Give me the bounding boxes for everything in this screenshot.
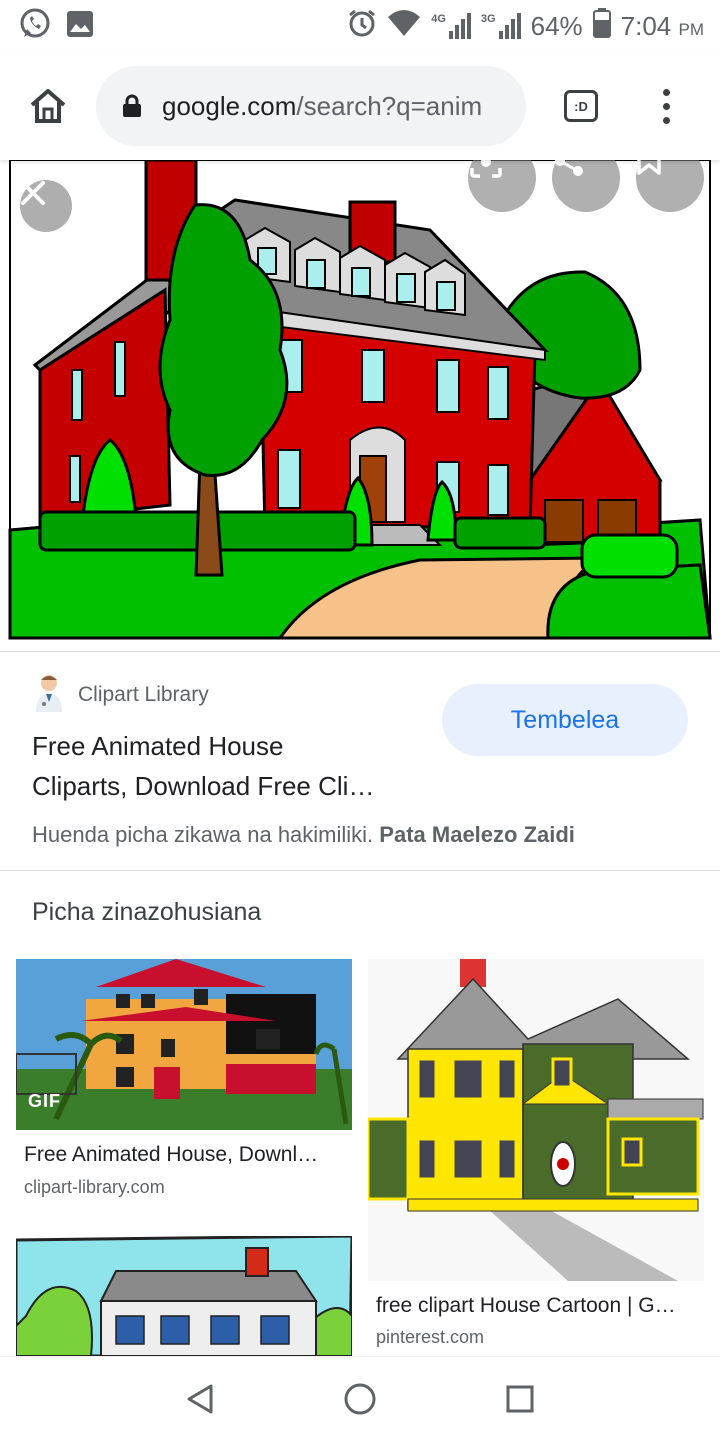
- learn-more-link[interactable]: Pata Maelezo Zaidi: [379, 822, 575, 847]
- share-icon: [555, 160, 583, 176]
- signal-4g-icon: 4G: [431, 13, 471, 39]
- visit-button[interactable]: Tembelea: [442, 684, 688, 756]
- whatsapp-icon: [18, 7, 52, 46]
- related-domain-2: pinterest.com: [376, 1327, 485, 1347]
- tab-count: :D: [564, 90, 598, 122]
- related-thumbnail-1[interactable]: GIF: [16, 959, 352, 1130]
- related-heading: Picha zinazohusiana: [32, 898, 262, 926]
- house-illustration: [8, 160, 712, 640]
- tab-switcher-button[interactable]: :D: [526, 52, 636, 160]
- lens-icon: [470, 160, 502, 178]
- result-title[interactable]: Free Animated House Cliparts, Download F…: [32, 726, 422, 806]
- wifi-icon: [387, 9, 421, 44]
- home-nav-button[interactable]: [330, 1369, 390, 1429]
- battery-icon: [592, 7, 611, 45]
- back-button[interactable]: [170, 1369, 230, 1429]
- recents-button[interactable]: [490, 1369, 550, 1429]
- related-title-2[interactable]: free clipart House Cartoon | G…: [376, 1294, 696, 1318]
- network-type-label: 4G: [431, 13, 446, 25]
- browser-toolbar: google.com/search?q=anim :D: [0, 52, 720, 160]
- url-text[interactable]: google.com/search?q=anim: [162, 91, 482, 122]
- result-title-line-2: Cliparts, Download Free Cli…: [32, 771, 375, 801]
- source-name: Clipart Library: [78, 682, 209, 706]
- yellow-villa-image: [16, 959, 352, 1130]
- network-type-label-2: 3G: [480, 13, 496, 25]
- signal-3g-icon: 3G: [481, 13, 521, 39]
- recents-square-icon: [506, 1385, 534, 1412]
- back-triangle-icon: [187, 1384, 213, 1413]
- bookmark-icon: [637, 160, 661, 175]
- gallery-icon: [66, 10, 94, 43]
- system-nav-bar: [0, 1356, 720, 1440]
- source-info[interactable]: Clipart Library: [32, 672, 209, 717]
- divider: [0, 651, 720, 652]
- home-circle-icon: [344, 1383, 376, 1414]
- source-favicon: [32, 672, 66, 717]
- battery-percent: 64%: [530, 10, 583, 41]
- related-thumbnail-2[interactable]: [368, 959, 704, 1281]
- related-domain-1: clipart-library.com: [24, 1177, 165, 1197]
- address-bar[interactable]: google.com/search?q=anim: [96, 66, 526, 146]
- close-icon: [21, 181, 45, 205]
- lock-icon[interactable]: [122, 94, 142, 118]
- copyright-notice: Huenda picha zikawa na hakimiliki. Pata …: [32, 822, 575, 848]
- status-bar: 4G 3G 64% 7:04 PM: [0, 0, 720, 52]
- blue-house-image: [16, 1236, 352, 1356]
- related-thumbnail-3[interactable]: [16, 1236, 352, 1356]
- more-menu-button[interactable]: [636, 52, 696, 160]
- home-icon: [30, 89, 66, 123]
- close-button[interactable]: [20, 180, 72, 232]
- copyright-text: Huenda picha zikawa na hakimiliki.: [32, 822, 374, 847]
- victorian-house-image: [368, 959, 704, 1281]
- gif-badge: GIF: [28, 1091, 61, 1111]
- clock: 7:04 PM: [620, 10, 704, 41]
- alarm-icon: [347, 8, 377, 45]
- divider: [0, 870, 720, 871]
- result-title-line-1: Free Animated House: [32, 731, 284, 761]
- preview-image[interactable]: [0, 160, 720, 650]
- related-title-1[interactable]: Free Animated House, Downl…: [24, 1143, 344, 1167]
- home-button[interactable]: [0, 52, 96, 160]
